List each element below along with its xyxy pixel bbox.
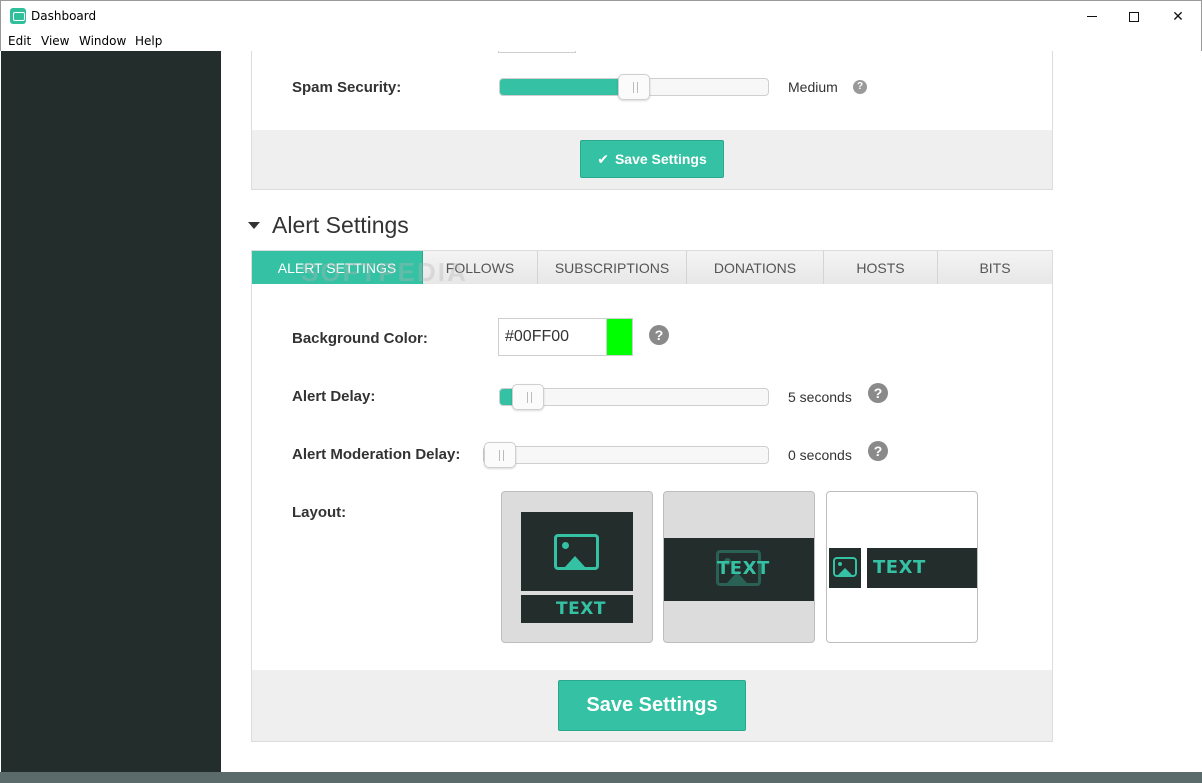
section-title: Alert Settings [272, 212, 409, 238]
partial-input [498, 51, 576, 53]
tab-bits[interactable]: BITS [938, 251, 1052, 284]
tab-subscriptions[interactable]: SUBSCRIPTIONS [538, 251, 687, 284]
menu-help[interactable]: Help [135, 34, 162, 48]
alert-tabs: ALERT SETTINGS FOLLOWS SUBSCRIPTIONS DON… [252, 251, 1052, 284]
layout-image-area [521, 512, 633, 591]
layout-text-label: TEXT [556, 599, 606, 619]
check-icon: ✔ [597, 150, 609, 167]
layout-image-area [829, 548, 861, 588]
title-bar: Dashboard ✕ [0, 0, 1202, 31]
background-color-value: #00FF00 [505, 328, 570, 345]
layout-label: Layout: [292, 504, 347, 521]
close-button[interactable]: ✕ [1155, 1, 1201, 32]
help-icon[interactable]: ? [868, 441, 888, 461]
window-title: Dashboard [31, 9, 97, 23]
alert-delay-value: 5 seconds [788, 389, 852, 405]
alert-settings-panel: ALERT SETTINGS FOLLOWS SUBSCRIPTIONS DON… [251, 250, 1053, 742]
help-icon[interactable]: ? [649, 325, 669, 345]
menu-view[interactable]: View [41, 34, 69, 48]
spam-security-value: Medium [788, 79, 838, 95]
tab-follows[interactable]: FOLLOWS [423, 251, 538, 284]
close-icon: ✕ [1172, 8, 1184, 24]
spam-settings-panel: Spam Security: Medium ? ✔ Save Settings [251, 51, 1053, 190]
spam-security-fill [500, 79, 634, 95]
moderation-delay-slider[interactable] [483, 442, 769, 468]
layout-option-image-above-text[interactable]: TEXT [501, 491, 653, 643]
background-color-input[interactable]: #00FF00 [498, 318, 633, 356]
tab-alert-settings[interactable]: ALERT SETTINGS [252, 251, 423, 284]
menu-window[interactable]: Window [79, 34, 126, 48]
minimize-button[interactable] [1069, 1, 1115, 32]
save-settings-label: Save Settings [614, 151, 707, 167]
maximize-icon [1129, 11, 1139, 22]
image-icon [833, 557, 857, 577]
tab-donations[interactable]: DONATIONS [687, 251, 824, 284]
save-settings-button[interactable]: ✔ Save Settings [580, 140, 724, 178]
save-settings-button[interactable]: Save Settings [558, 680, 746, 731]
taskbar-strip [0, 772, 1202, 783]
layout-banner-area: TEXT [664, 538, 814, 601]
moderation-delay-label: Alert Moderation Delay: [292, 446, 461, 463]
layout-option-image-beside-text[interactable]: TEXT [826, 491, 978, 643]
spam-security-thumb[interactable] [618, 74, 650, 100]
alert-delay-thumb[interactable] [512, 384, 544, 410]
collapse-caret-icon [248, 222, 260, 229]
menu-bar: Edit View Window Help [0, 31, 1202, 51]
alert-delay-label: Alert Delay: [292, 388, 376, 405]
spam-security-label: Spam Security: [292, 79, 402, 96]
color-swatch[interactable] [606, 319, 632, 355]
sidebar [1, 51, 221, 772]
layout-text-label: TEXT [873, 557, 926, 578]
background-color-label: Background Color: [292, 330, 428, 347]
spam-security-slider[interactable] [499, 74, 769, 100]
alert-panel-footer: Save Settings [252, 670, 1052, 741]
minimize-icon [1087, 16, 1097, 17]
layout-option-text-over-image[interactable]: TEXT [663, 491, 815, 643]
tab-hosts[interactable]: HOSTS [824, 251, 938, 284]
menu-edit[interactable]: Edit [8, 34, 31, 48]
help-icon[interactable]: ? [853, 80, 867, 94]
maximize-button[interactable] [1111, 1, 1157, 32]
main-content[interactable]: Spam Security: Medium ? ✔ Save Settings … [221, 51, 1201, 772]
layout-text-label: TEXT [717, 558, 770, 579]
layout-text-area: TEXT [521, 595, 633, 623]
moderation-delay-value: 0 seconds [788, 447, 852, 463]
image-icon [554, 534, 599, 570]
spam-panel-footer: ✔ Save Settings [252, 130, 1052, 189]
alert-settings-heading[interactable]: Alert Settings [248, 212, 409, 239]
alert-delay-slider[interactable] [499, 384, 769, 410]
moderation-delay-thumb[interactable] [484, 442, 516, 468]
layout-text-area: TEXT [867, 548, 977, 588]
app-icon [10, 8, 26, 24]
help-icon[interactable]: ? [868, 383, 888, 403]
